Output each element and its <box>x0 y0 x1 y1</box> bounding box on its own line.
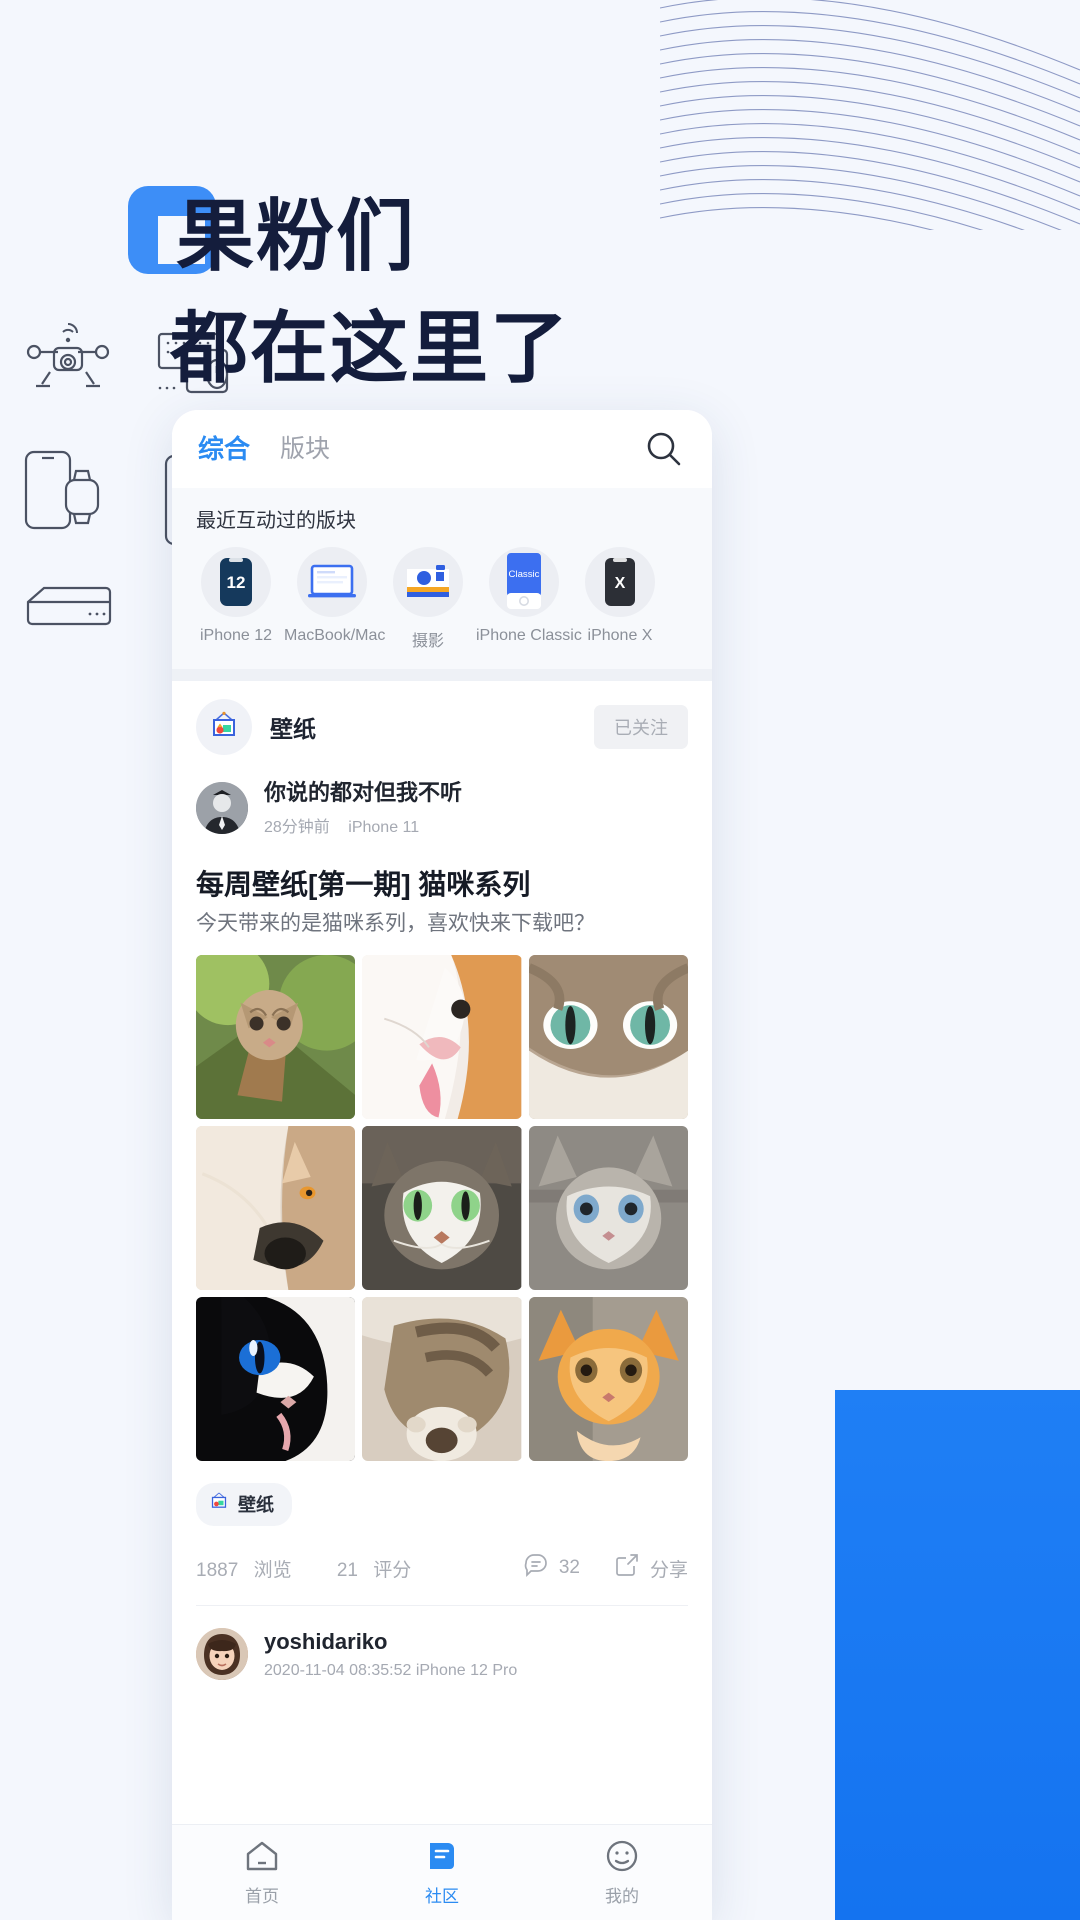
share-button[interactable]: 分享 <box>614 1552 688 1584</box>
board-label: iPhone X <box>587 627 653 644</box>
next-post-author-row[interactable]: yoshidariko 2020-11-04 08:35:52 iPhone 1… <box>196 1606 688 1698</box>
post-rating-count: 21 <box>336 1559 358 1581</box>
comment-icon <box>523 1552 549 1584</box>
headline-line-1: 果粉们 <box>176 192 417 280</box>
post-board-name: 壁纸 <box>270 716 316 742</box>
board-item-iphone-x[interactable]: X iPhone X <box>572 547 668 651</box>
post-image[interactable] <box>196 1125 356 1290</box>
nav-item-home[interactable]: 首页 <box>172 1839 352 1907</box>
post-board-header[interactable]: 壁纸 已关注 <box>196 681 688 773</box>
board-label: iPhone 12 <box>199 627 273 644</box>
comment-button[interactable]: 32 <box>523 1552 580 1584</box>
tab-zonghe[interactable]: 综合 <box>198 436 250 462</box>
search-icon[interactable] <box>642 427 686 471</box>
post-time: 28分钟前 <box>264 818 330 836</box>
drone-illustration <box>26 323 110 388</box>
recent-boards-section: 最近互动过的版块 12 iPhone 12 MacBook/Mac 摄影 Cla… <box>172 488 712 669</box>
board-item-macbook[interactable]: MacBook/Mac <box>284 547 386 651</box>
wallpaper-frame-icon <box>208 1491 230 1518</box>
svg-text:12: 12 <box>227 573 246 592</box>
post-tag-label: 壁纸 <box>238 1495 274 1516</box>
board-label: MacBook/Mac <box>284 627 386 644</box>
wallpaper-frame-icon <box>196 699 252 755</box>
post-stats-left: 1887 浏览 21 评分 <box>196 1555 431 1582</box>
bottom-navigation: 首页 社区 我的 <box>172 1824 712 1920</box>
post-image[interactable] <box>196 1296 356 1461</box>
post-stats-row: 1887 浏览 21 评分 32 分享 <box>196 1532 688 1606</box>
avatar <box>196 781 248 834</box>
iphone-classic-icon: Classic <box>489 547 559 617</box>
board-item-iphone-12[interactable]: 12 iPhone 12 <box>188 547 284 651</box>
post-author-row[interactable]: 你说的都对但我不听 28分钟前 iPhone 11 <box>196 773 688 855</box>
post-device: iPhone 11 <box>348 818 420 836</box>
app-header: 综合 版块 <box>172 410 712 488</box>
avatar <box>196 1627 248 1680</box>
app-screen-card: 综合 版块 最近互动过的版块 12 iPhone 12 MacBook/Mac … <box>172 410 712 1920</box>
tab-bankuai[interactable]: 版块 <box>280 436 330 462</box>
section-divider <box>172 669 712 681</box>
nav-item-profile[interactable]: 我的 <box>532 1839 712 1907</box>
board-item-iphone-classic[interactable]: Classic iPhone Classic <box>476 547 582 651</box>
svg-text:X: X <box>615 575 626 592</box>
next-post-meta: 2020-11-04 08:35:52 iPhone 12 Pro <box>264 1661 518 1679</box>
nav-label: 首页 <box>245 1886 279 1906</box>
nav-item-community[interactable]: 社区 <box>352 1839 532 1907</box>
board-label: 摄影 <box>411 633 444 650</box>
polaroid-camera-icon <box>393 547 463 617</box>
post-card: 壁纸 已关注 你说的都对但我不听 28分钟前 iPhone 11 每周壁纸[第一… <box>172 681 712 1698</box>
accent-block <box>835 1390 1080 1920</box>
recent-boards-row: 12 iPhone 12 MacBook/Mac 摄影 Classic iPho… <box>172 547 712 651</box>
post-image[interactable] <box>362 1125 522 1290</box>
share-icon <box>614 1552 640 1584</box>
next-post-author-name: yoshidariko <box>264 1629 388 1655</box>
headline-line-2: 都在这里了 <box>170 304 571 392</box>
post-image[interactable] <box>362 1296 522 1461</box>
nav-label: 我的 <box>605 1886 639 1906</box>
post-author-meta: 28分钟前 iPhone 11 <box>264 813 462 837</box>
follow-button[interactable]: 已关注 <box>594 705 688 749</box>
phone-watch-illustration <box>24 450 100 530</box>
corner-line-pattern <box>660 0 1080 230</box>
post-tag-chip[interactable]: 壁纸 <box>196 1482 292 1526</box>
mac-mini-illustration <box>26 586 112 626</box>
post-title[interactable]: 每周壁纸[第一期] 猫咪系列 <box>196 855 688 907</box>
post-views-count: 1887 <box>196 1559 239 1581</box>
post-image[interactable] <box>196 954 356 1119</box>
macbook-icon <box>297 547 367 617</box>
recent-boards-title: 最近互动过的版块 <box>196 510 356 532</box>
board-label: iPhone Classic <box>476 627 582 644</box>
iphone-x-icon: X <box>585 547 655 617</box>
post-image[interactable] <box>528 1125 688 1290</box>
iphone-12-icon: 12 <box>201 547 271 617</box>
post-image-grid <box>196 954 688 1461</box>
share-label: 分享 <box>649 1559 688 1581</box>
post-image[interactable] <box>362 954 522 1119</box>
nav-label: 社区 <box>425 1886 459 1906</box>
post-image[interactable] <box>528 1296 688 1461</box>
board-item-sheying[interactable]: 摄影 <box>380 547 476 651</box>
svg-text:Classic: Classic <box>509 569 540 580</box>
post-rating-label: 评分 <box>373 1559 412 1581</box>
post-views-label: 浏览 <box>253 1559 292 1581</box>
post-body: 今天带来的是猫咪系列，喜欢快来下载吧？ <box>196 911 595 935</box>
post-stats-right: 32 分享 <box>523 1552 688 1584</box>
comment-count: 32 <box>558 1557 580 1579</box>
post-author-name: 你说的都对但我不听 <box>264 780 463 805</box>
post-image[interactable] <box>528 954 688 1119</box>
